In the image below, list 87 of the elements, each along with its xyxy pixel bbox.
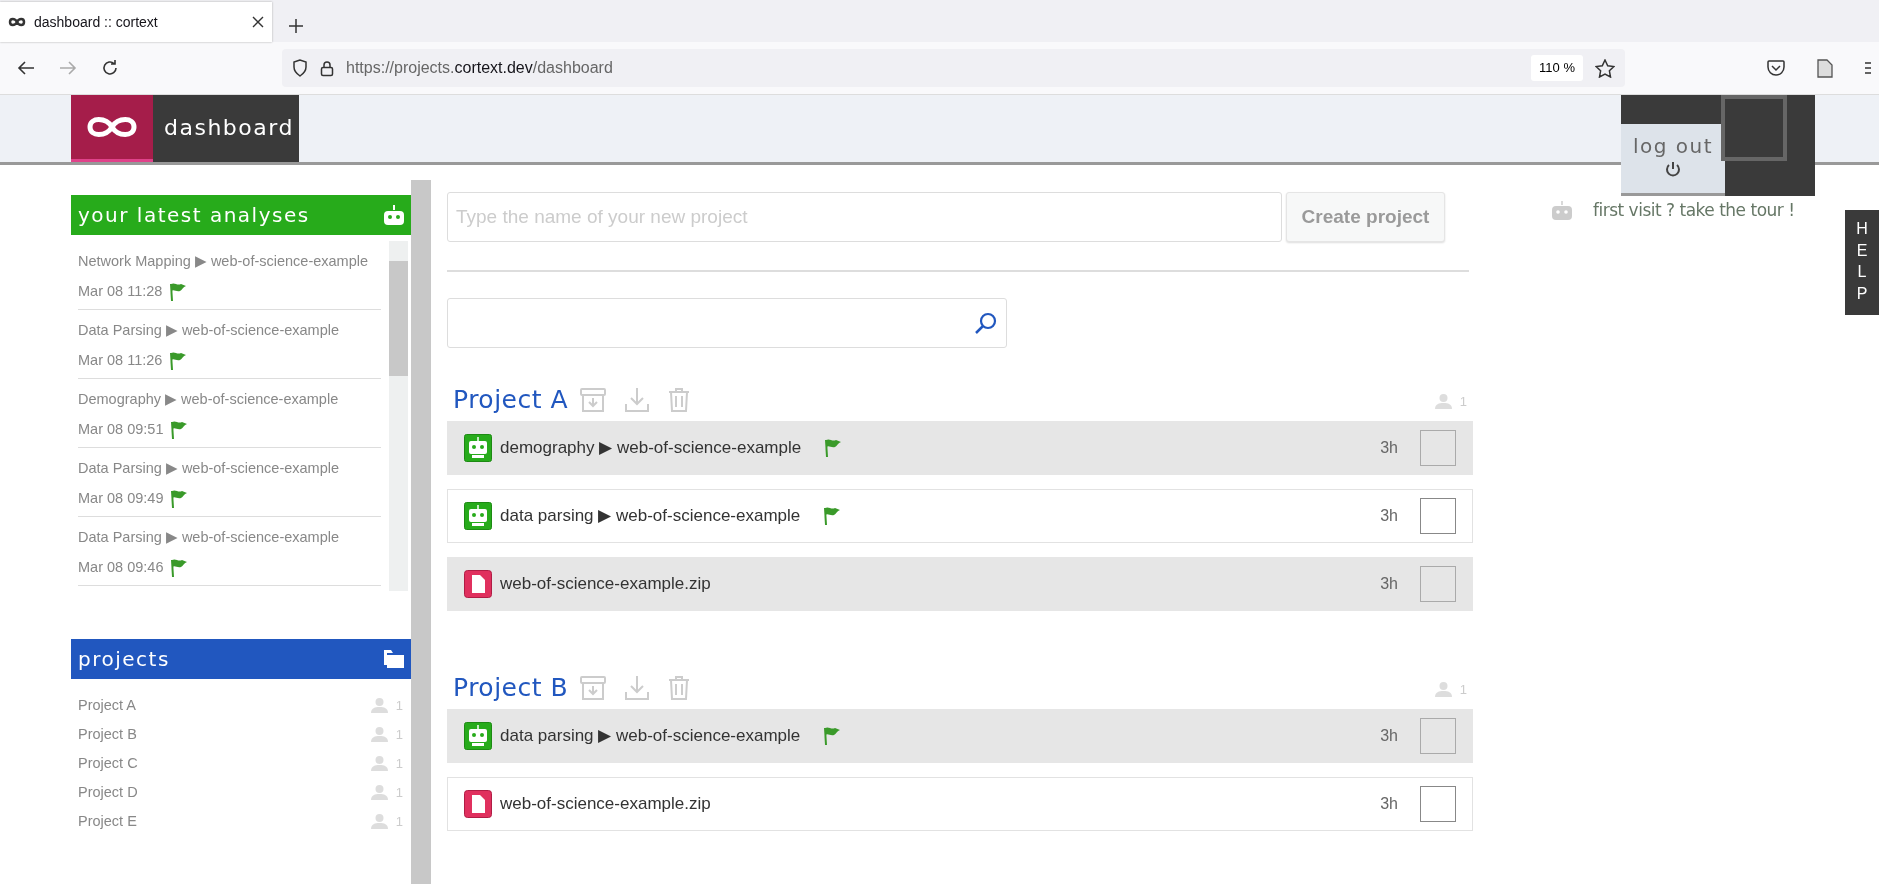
- power-icon: [1664, 160, 1682, 178]
- select-checkbox[interactable]: [1420, 566, 1456, 602]
- analysis-name: data parsing ▶ web-of-science-example: [500, 505, 801, 528]
- select-checkbox[interactable]: [1420, 718, 1456, 754]
- item-age: 3h: [1380, 726, 1398, 746]
- url-text: https://projects.cortext.dev/dashboard: [346, 58, 614, 78]
- item-age: 3h: [1380, 574, 1398, 594]
- lock-icon: [320, 59, 334, 77]
- analysis-date: Mar 08 11:28: [78, 281, 163, 301]
- scrollbar[interactable]: [411, 180, 431, 884]
- project-link[interactable]: Project E: [78, 810, 137, 833]
- trash-icon[interactable]: [668, 387, 691, 413]
- file-name: web-of-science-example.zip: [500, 573, 711, 596]
- file-row[interactable]: web-of-science-example.zip 3h: [447, 557, 1473, 611]
- analysis-date: Mar 08 09:46: [78, 557, 164, 577]
- close-icon[interactable]: [252, 16, 264, 28]
- tab-title: dashboard :: cortext: [34, 12, 159, 32]
- new-tab-icon[interactable]: [288, 18, 304, 34]
- analysis-date: Mar 08 09:51: [78, 419, 164, 439]
- analysis-name: data parsing ▶ web-of-science-example: [500, 725, 801, 748]
- analysis-link[interactable]: Data Parsing ▶ web-of-science-example: [78, 320, 381, 342]
- robot-icon: [464, 434, 492, 462]
- analysis-name: demography ▶ web-of-science-example: [500, 437, 802, 460]
- item-age: 3h: [1380, 794, 1398, 814]
- project-title[interactable]: Project B: [453, 673, 569, 703]
- download-icon[interactable]: [624, 387, 651, 413]
- browser-tab[interactable]: dashboard :: cortext: [0, 2, 272, 42]
- trash-icon[interactable]: [668, 675, 691, 701]
- analysis-row[interactable]: data parsing ▶ web-of-science-example 3h: [447, 489, 1473, 543]
- item-age: 3h: [1380, 438, 1398, 458]
- robot-icon: [464, 502, 492, 530]
- select-checkbox[interactable]: [1420, 430, 1456, 466]
- project-link[interactable]: Project A: [78, 694, 137, 717]
- file-name: web-of-science-example.zip: [500, 793, 711, 816]
- tour-link[interactable]: first visit ? take the tour !: [1551, 198, 1795, 224]
- zoom-level-button[interactable]: 110 %: [1531, 55, 1583, 81]
- select-checkbox[interactable]: [1420, 786, 1456, 822]
- person-icon: [370, 698, 388, 713]
- file-icon: [464, 790, 492, 818]
- project-title[interactable]: Project A: [453, 385, 569, 415]
- robot-icon: [1551, 200, 1573, 221]
- folder-icon: [383, 649, 405, 669]
- analysis-date: Mar 08 09:49: [78, 488, 164, 508]
- analysis-date: Mar 08 11:26: [78, 350, 163, 370]
- menu-icon[interactable]: [1865, 60, 1871, 76]
- person-icon: [1434, 393, 1452, 409]
- logout-button[interactable]: log out: [1621, 124, 1725, 196]
- analysis-row[interactable]: demography ▶ web-of-science-example 3h: [447, 421, 1473, 475]
- help-tab[interactable]: HELP: [1845, 210, 1879, 315]
- item-age: 3h: [1380, 506, 1398, 526]
- forward-arrow-icon: [59, 60, 77, 76]
- robot-icon: [383, 204, 405, 226]
- scrollbar[interactable]: [389, 241, 408, 591]
- analysis-link[interactable]: Data Parsing ▶ web-of-science-example: [78, 458, 381, 480]
- analysis-row[interactable]: data parsing ▶ web-of-science-example 3h: [447, 709, 1473, 763]
- select-checkbox[interactable]: [1420, 498, 1456, 534]
- document-icon[interactable]: [1817, 58, 1833, 78]
- star-icon[interactable]: [1595, 58, 1615, 78]
- project-link[interactable]: Project D: [78, 781, 138, 804]
- panel-title: your latest analyses: [78, 203, 310, 227]
- download-icon[interactable]: [624, 675, 651, 701]
- search-field[interactable]: [447, 298, 1007, 348]
- page-title: dashboard: [153, 95, 299, 162]
- pocket-icon[interactable]: [1767, 60, 1785, 76]
- back-arrow-icon: [17, 60, 35, 76]
- analysis-link[interactable]: Data Parsing ▶ web-of-science-example: [78, 527, 381, 549]
- person-icon: [1434, 681, 1452, 697]
- archive-icon[interactable]: [580, 387, 607, 413]
- shield-icon: [292, 59, 308, 77]
- url-bar[interactable]: https://projects.cortext.dev/dashboard 110 %: [282, 49, 1625, 87]
- analysis-link[interactable]: Demography ▶ web-of-science-example: [78, 389, 381, 411]
- project-link[interactable]: Project C: [78, 752, 138, 775]
- analysis-link[interactable]: Network Mapping ▶ web-of-science-example: [78, 251, 381, 273]
- logo-icon[interactable]: [71, 95, 153, 162]
- create-project-button[interactable]: Create project: [1286, 192, 1445, 242]
- person-icon: [370, 785, 388, 800]
- reload-icon: [101, 59, 119, 77]
- file-row[interactable]: web-of-science-example.zip 3h: [447, 777, 1473, 831]
- person-icon: [370, 756, 388, 771]
- person-icon: [370, 727, 388, 742]
- search-icon: [974, 311, 998, 335]
- person-icon: [370, 814, 388, 829]
- file-icon: [464, 570, 492, 598]
- panel-title: projects: [78, 647, 170, 671]
- archive-icon[interactable]: [580, 675, 607, 701]
- robot-icon: [464, 722, 492, 750]
- project-link[interactable]: Project B: [78, 723, 137, 746]
